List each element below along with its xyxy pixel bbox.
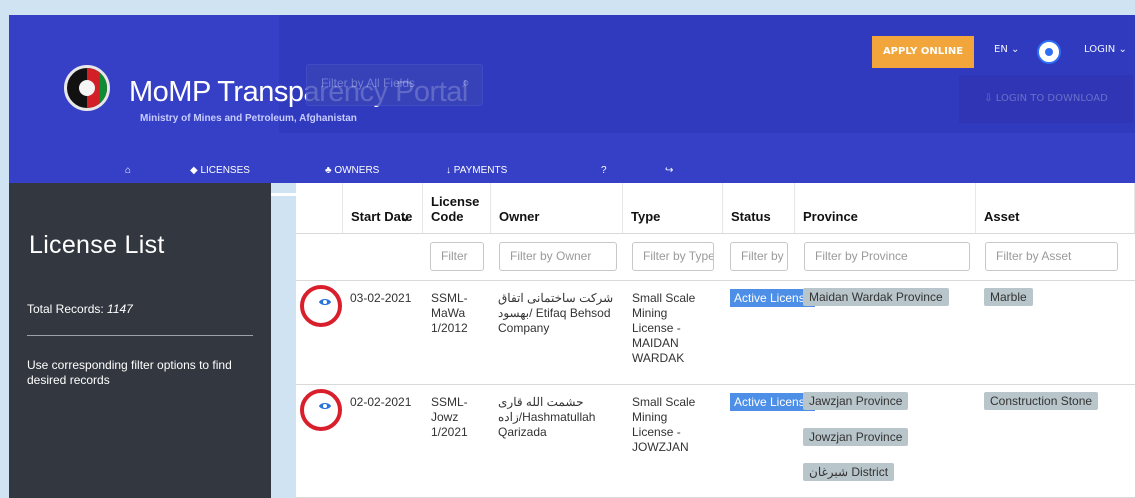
type-header[interactable]: Type	[623, 183, 723, 233]
license-code-cell: SSML- Jowz 1/2021	[431, 395, 468, 439]
start-date-cell: 03-02-2021	[350, 291, 412, 305]
license-code-cell: SSML- MaWa 1/2012	[431, 291, 468, 335]
login-to-download-button[interactable]: ⇩ LOGIN TO DOWNLOAD	[959, 75, 1133, 123]
owner-cell: شرکت ساختمانی اتفاق بهسود/ Etifaq Behsod…	[498, 291, 614, 335]
type-cell: Small Scale Mining License - MAIDAN WARD…	[632, 291, 696, 365]
start-date-header[interactable]: Start Date ⌄	[343, 183, 423, 233]
license-table: Start Date ⌄ License Code Owner Type Stat…	[296, 183, 1135, 498]
asset-header[interactable]: Asset	[976, 183, 1135, 233]
sidebar-help-text: Use corresponding filter options to find…	[27, 358, 232, 387]
sidebar-divider	[27, 335, 253, 336]
type-cell: Small Scale Mining License - JOWZJAN	[632, 395, 696, 454]
afghanistan-emblem-logo	[64, 65, 110, 111]
province-badge: Maidan Wardak Province	[803, 288, 949, 306]
owner-cell: حشمت الله قاری زاده/Hashmatullah Qarizad…	[498, 395, 596, 439]
user-avatar-icon[interactable]	[1037, 40, 1061, 64]
signin-icon[interactable]: ↪	[665, 165, 673, 176]
license-code-filter[interactable]: Filter	[430, 242, 484, 271]
province-header[interactable]: Province	[795, 183, 976, 233]
owner-header[interactable]: Owner	[491, 183, 623, 233]
asset-badge: Construction Stone	[984, 392, 1099, 410]
language-dropdown[interactable]: EN ⌄	[994, 44, 1019, 55]
status-filter[interactable]: Filter by ▾	[730, 242, 788, 271]
asset-badge: Marble	[984, 288, 1033, 306]
table-row: 02-02-2021 SSML- Jowz 1/2021 حشمت الله ق…	[296, 385, 1135, 498]
province-filter[interactable]: Filter by Province	[804, 242, 970, 271]
payments-icon: ↓	[446, 165, 454, 176]
site-header: MoMP Transparency Portal Ministry of Min…	[9, 15, 1135, 196]
search-input[interactable]: Filter by All Fields	[321, 76, 415, 90]
help-icon[interactable]: ?	[601, 165, 607, 176]
owner-filter[interactable]: Filter by Owner	[499, 242, 617, 271]
search-box[interactable]: Filter by All Fields ⌕	[306, 64, 483, 106]
licenses-icon: ◆	[190, 165, 201, 176]
home-icon[interactable]: ⌂	[125, 165, 131, 176]
highlight-circle	[300, 285, 342, 327]
table-row: 03-02-2021 SSML- MaWa 1/2012 شرکت ساختما…	[296, 281, 1135, 385]
nav-payments[interactable]: ↓ PAYMENTS	[446, 165, 507, 176]
asset-filter[interactable]: Filter by Asset	[985, 242, 1118, 271]
login-dropdown[interactable]: LOGIN ⌄	[1084, 44, 1127, 55]
search-icon[interactable]: ⌕	[462, 75, 470, 91]
sort-down-icon[interactable]: ⌄	[400, 209, 411, 225]
start-date-cell: 02-02-2021	[350, 395, 412, 409]
owners-icon: ♣	[325, 165, 335, 176]
sidebar-title: License List	[29, 231, 165, 259]
total-records: Total Records: 1147	[27, 302, 133, 316]
highlight-circle	[300, 389, 342, 431]
sidebar: License List Total Records: 1147 Use cor…	[9, 183, 271, 498]
nav-licenses[interactable]: ◆ LICENSES	[190, 165, 250, 176]
filter-row: Filter Filter by Owner Filter by Type Fi…	[296, 233, 1135, 281]
district-badge: شبرغان District	[803, 463, 895, 481]
province-badge: Jowzjan Province	[803, 428, 909, 446]
license-code-header[interactable]: License Code	[423, 183, 491, 233]
view-column-header	[296, 183, 343, 233]
nav-owners[interactable]: ♣ OWNERS	[325, 165, 379, 176]
type-filter[interactable]: Filter by Type	[632, 242, 714, 271]
apply-online-button[interactable]: APPLY ONLINE	[872, 36, 974, 68]
site-subtitle: Ministry of Mines and Petroleum, Afghani…	[140, 113, 357, 124]
province-badge: Jawzjan Province	[803, 392, 909, 410]
status-header[interactable]: Status	[723, 183, 795, 233]
